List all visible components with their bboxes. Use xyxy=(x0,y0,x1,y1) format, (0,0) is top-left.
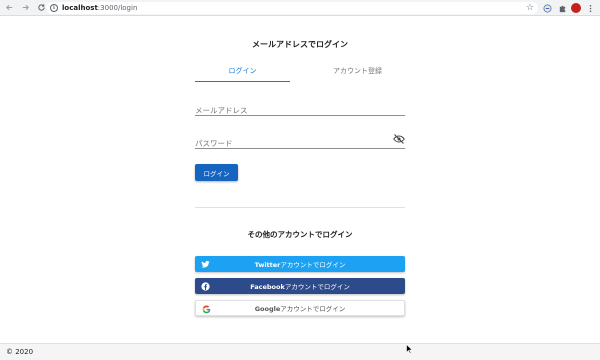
facebook-login-label: Facebookアカウントでログイン xyxy=(250,283,350,291)
login-button[interactable]: ログイン xyxy=(195,164,238,181)
extension-button[interactable] xyxy=(542,3,552,13)
avatar xyxy=(571,3,581,13)
google-login-label: Googleアカウントでログイン xyxy=(254,305,346,313)
tab-register[interactable]: アカウント登録 xyxy=(310,63,405,82)
facebook-icon xyxy=(200,281,210,291)
google-icon xyxy=(201,304,211,314)
auth-tabs: ログイン アカウント登録 xyxy=(195,63,405,82)
reload-icon xyxy=(37,4,45,11)
visibility-off-icon[interactable] xyxy=(393,134,405,144)
divider xyxy=(195,207,405,208)
page-title: メールアドレスでログイン xyxy=(252,40,348,49)
twitter-icon xyxy=(200,259,210,269)
arrow-right-icon xyxy=(22,4,29,11)
facebook-login-button[interactable]: Facebookアカウントでログイン xyxy=(195,278,405,294)
social-login-title: その他のアカウントでログイン xyxy=(247,230,353,239)
extensions-menu-button[interactable] xyxy=(557,3,567,13)
bookmark-star-icon[interactable]: ☆ xyxy=(526,3,534,13)
forward-button[interactable] xyxy=(18,1,32,15)
url-text: localhost:3000/login xyxy=(62,4,138,12)
arrow-left-icon xyxy=(5,4,12,11)
browser-menu-button[interactable] xyxy=(585,3,595,13)
mouse-cursor-icon xyxy=(406,344,413,354)
extension-shield-icon xyxy=(543,4,551,12)
email-input[interactable] xyxy=(195,102,385,119)
address-bar[interactable]: i localhost:3000/login ☆ xyxy=(46,2,538,14)
password-field xyxy=(195,131,405,152)
profile-button[interactable] xyxy=(571,3,581,13)
email-field xyxy=(195,98,405,119)
puzzle-icon xyxy=(559,5,565,12)
twitter-login-label: Twitterアカウントでログイン xyxy=(254,261,346,269)
info-icon[interactable]: i xyxy=(50,4,58,12)
google-login-button[interactable]: Googleアカウントでログイン xyxy=(195,300,405,316)
tab-login[interactable]: ログイン xyxy=(195,63,290,82)
password-input[interactable] xyxy=(195,135,385,152)
twitter-login-button[interactable]: Twitterアカウントでログイン xyxy=(195,256,405,272)
back-button[interactable] xyxy=(2,1,16,15)
footer: © 2020 xyxy=(0,343,600,360)
browser-toolbar: i localhost:3000/login ☆ xyxy=(0,0,600,16)
more-vert-icon xyxy=(589,4,591,12)
